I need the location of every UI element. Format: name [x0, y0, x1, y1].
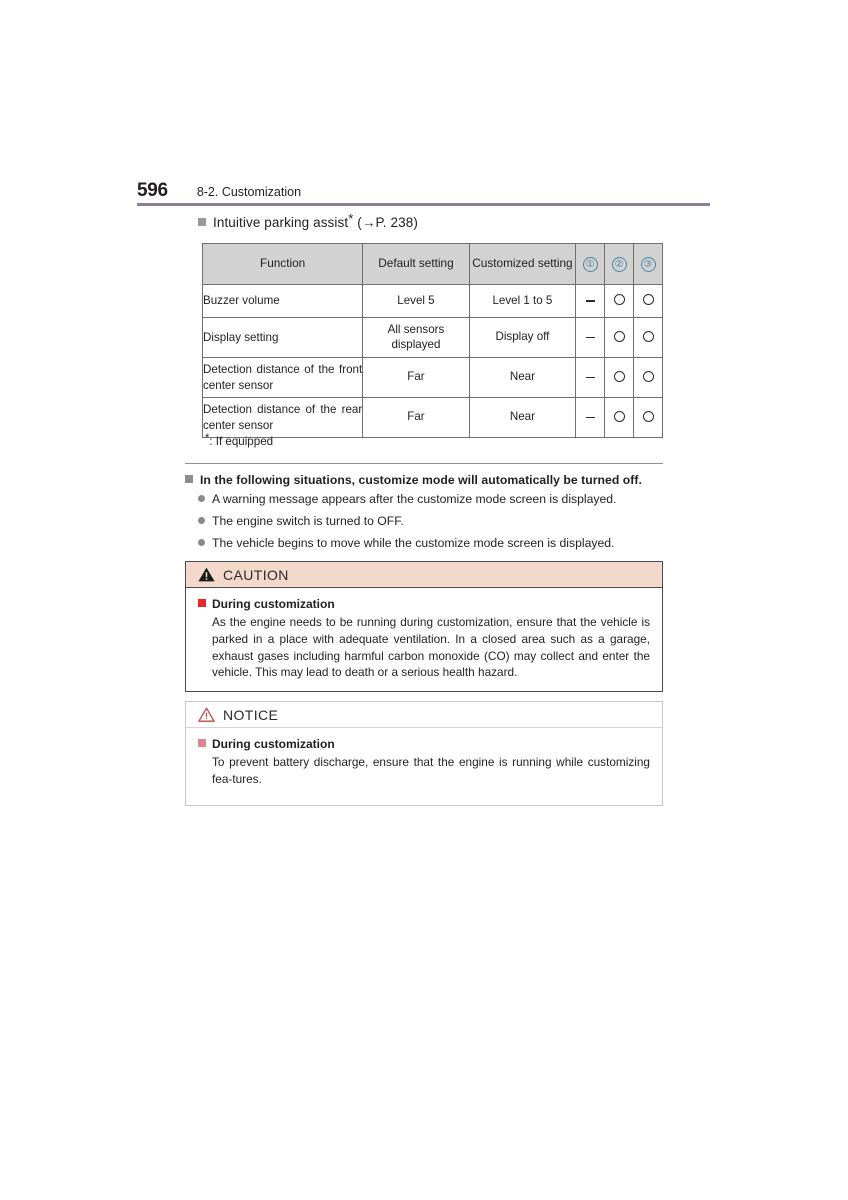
- notice-subheading: During customization: [198, 737, 650, 751]
- cell-function: Detection distance of the rear center se…: [201, 397, 364, 438]
- square-bullet-icon: [185, 475, 193, 483]
- document-page: 596 8-2. Customization Intuitive parking…: [0, 0, 848, 1200]
- caution-subheading-text: During customization: [212, 597, 335, 611]
- list-item: The engine switch is turned to OFF.: [198, 514, 668, 529]
- customization-settings-table: Function Default setting Customized sett…: [201, 243, 663, 438]
- cell-customized-setting: Level 1 to 5: [468, 284, 577, 318]
- cell-default-setting: All sensors displayed: [362, 317, 470, 358]
- dot-bullet-icon: [198, 516, 205, 524]
- caution-header: CAUTION: [186, 562, 662, 588]
- situations-list: A warning message appears after the cust…: [198, 492, 668, 557]
- column-header-marker-2: ②: [604, 243, 635, 285]
- dot-bullet-icon: [198, 495, 205, 502]
- page-reference: (→P. 238): [357, 215, 418, 230]
- table-row: Buzzer volume Level 5 Level 1 to 5: [201, 284, 663, 318]
- footnote-text: : If equipped: [209, 435, 274, 448]
- column-header-customized-setting: Customized setting: [468, 243, 577, 285]
- notice-subheading-text: During customization: [212, 737, 335, 751]
- heading-text: In the following situations, customize m…: [200, 473, 642, 487]
- cell-marker-2: [604, 397, 635, 438]
- table-row: Display setting All sensors displayed Di…: [201, 317, 663, 358]
- list-item-text: The engine switch is turned to OFF.: [212, 513, 404, 528]
- section-divider: [185, 463, 663, 464]
- footnote-marker: *: [348, 210, 354, 226]
- cell-marker-3: [633, 397, 663, 438]
- circle-icon: [642, 370, 654, 382]
- cell-marker-3: [633, 357, 663, 398]
- page-header: 596 8-2. Customization: [137, 180, 710, 202]
- column-header-default-setting: Default setting: [362, 243, 470, 285]
- table-header-row: Function Default setting Customized sett…: [201, 243, 663, 285]
- heading-auto-turn-off: In the following situations, customize m…: [185, 473, 642, 487]
- cell-marker-1: [575, 397, 606, 438]
- heading-intuitive-parking-assist: Intuitive parking assist* (→P. 238): [198, 210, 418, 231]
- circle-icon: [613, 330, 625, 342]
- cell-marker-1: [575, 284, 606, 318]
- notice-title: NOTICE: [223, 706, 279, 723]
- caution-text: As the engine needs to be running during…: [212, 615, 650, 680]
- notice-text: To prevent battery discharge, ensure tha…: [212, 755, 650, 786]
- cell-marker-1: [575, 317, 606, 358]
- cell-default-setting: Level 5: [362, 284, 470, 318]
- heading-text: Intuitive parking assist* (→P. 238): [213, 210, 418, 231]
- cell-customized-setting: Display off: [468, 317, 577, 358]
- caution-box: CAUTION During customization As the engi…: [185, 561, 663, 692]
- cell-function: Display setting: [201, 317, 364, 358]
- column-header-marker-3: ③: [633, 243, 663, 285]
- caution-subheading: During customization: [198, 597, 650, 611]
- notice-header: NOTICE: [186, 702, 662, 728]
- circle-icon: [642, 410, 654, 422]
- circle-icon: [642, 330, 654, 342]
- list-item: The vehicle begins to move while the cus…: [198, 536, 668, 551]
- footnote-star: *: [205, 432, 210, 445]
- notice-body: During customization To prevent battery …: [186, 728, 662, 796]
- list-item: A warning message appears after the cust…: [198, 492, 668, 507]
- cell-customized-setting: Near: [468, 397, 577, 438]
- page-number: 596: [137, 180, 168, 201]
- circle-icon: [613, 294, 625, 305]
- circled-number-1: ①: [582, 256, 598, 272]
- square-bullet-icon: [198, 739, 206, 747]
- cell-function: Detection distance of the front center s…: [201, 357, 364, 398]
- cell-marker-2: [604, 357, 635, 398]
- dash-icon: [585, 376, 595, 379]
- cell-marker-3: [633, 317, 663, 358]
- list-item-text: The vehicle begins to move while the cus…: [212, 535, 615, 550]
- square-bullet-icon: [198, 599, 206, 607]
- circle-icon: [613, 410, 625, 422]
- column-header-marker-1: ①: [575, 243, 606, 285]
- cell-marker-1: [575, 357, 606, 398]
- cell-function: Buzzer volume: [201, 284, 364, 318]
- notice-box: NOTICE During customization To prevent b…: [185, 701, 663, 806]
- header-divider: [137, 203, 710, 206]
- dash-icon: [585, 416, 595, 419]
- warning-triangle-filled-icon: [198, 567, 215, 582]
- circled-number-2: ②: [611, 256, 627, 272]
- section-title: 8-2. Customization: [196, 185, 302, 199]
- caution-title: CAUTION: [223, 566, 289, 583]
- cell-marker-3: [633, 284, 663, 318]
- cell-marker-2: [604, 284, 635, 318]
- warning-triangle-outline-icon: [198, 707, 215, 722]
- cell-marker-2: [604, 317, 635, 358]
- table-row: Detection distance of the front center s…: [201, 357, 663, 398]
- caution-body: During customization As the engine needs…: [186, 588, 662, 689]
- cell-default-setting: Far: [362, 397, 470, 438]
- circled-number-3: ③: [640, 256, 656, 272]
- column-header-function: Function: [201, 243, 364, 285]
- dot-bullet-icon: [198, 538, 205, 546]
- dash-icon: [585, 336, 595, 339]
- list-item-text: A warning message appears after the cust…: [212, 492, 617, 506]
- cell-default-setting: Far: [362, 357, 470, 398]
- circle-icon: [613, 370, 625, 382]
- table-row: Detection distance of the rear center se…: [201, 397, 663, 438]
- dash-icon: [585, 300, 595, 302]
- table-footnote: *: If equipped: [205, 432, 274, 448]
- square-bullet-icon: [198, 218, 206, 226]
- cell-customized-setting: Near: [468, 357, 577, 398]
- circle-icon: [642, 294, 654, 305]
